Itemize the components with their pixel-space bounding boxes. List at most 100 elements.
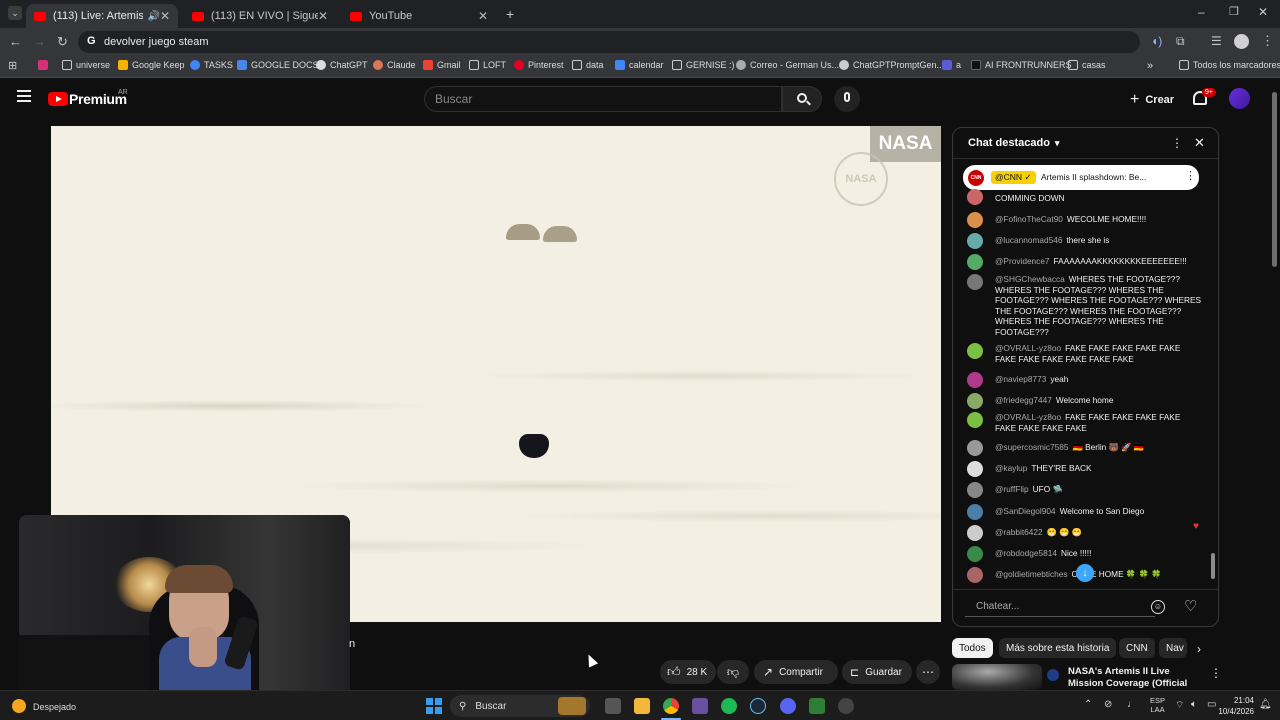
emoji-icon[interactable]: ☺ <box>1151 600 1165 614</box>
tab-artemis-live[interactable]: (113) Live: Artemis II landin 🔊 ✕ <box>26 4 178 28</box>
bookmark-a[interactable]: a <box>942 60 961 70</box>
volume-icon[interactable]: 🔈︎ <box>1191 699 1197 710</box>
chip-mas-historia[interactable]: Más sobre esta historia <box>999 638 1117 658</box>
voice-search-button[interactable] <box>834 86 860 112</box>
network-icon[interactable]: ⊘ <box>1104 699 1112 710</box>
menu-dots-icon[interactable]: ⋮ <box>1261 33 1274 49</box>
input-language[interactable]: ESP LAA <box>1150 696 1165 714</box>
heart-icon[interactable]: ♡ <box>1184 597 1197 615</box>
bookmark-google-docs[interactable]: GOOGLE DOCS <box>237 60 319 70</box>
all-bookmarks[interactable]: Todos los marcadores <box>1179 60 1280 70</box>
tray-overflow-icon[interactable]: ⌃ <box>1084 699 1092 710</box>
create-button[interactable]: + Crear <box>1130 91 1174 109</box>
extensions-icon[interactable]: ⧉ <box>1176 34 1185 49</box>
bookmark-casas[interactable]: casas <box>1068 60 1106 70</box>
avatar <box>967 189 983 205</box>
bookmark-calendar[interactable]: calendar <box>615 60 664 70</box>
reload-icon[interactable]: ↻ <box>57 34 68 50</box>
more-actions-button[interactable]: ⋯ <box>916 660 940 684</box>
task-view-icon[interactable] <box>605 698 621 714</box>
bookmark-tasks[interactable]: TASKS <box>190 60 233 70</box>
address-bar[interactable]: G devolver juego steam <box>78 31 1140 53</box>
save-button[interactable]: ⊏ Guardar <box>842 660 912 684</box>
profile-avatar[interactable] <box>1234 34 1249 49</box>
tab-en-vivo[interactable]: (113) EN VIVO | Sigue el regreso ✕ <box>184 4 336 28</box>
spotify-icon[interactable] <box>721 698 737 714</box>
chip-todos[interactable]: Todos <box>952 638 993 658</box>
chrome-icon[interactable] <box>663 698 679 714</box>
youtube-logo-icon[interactable] <box>48 92 68 106</box>
hamburger-menu-icon[interactable] <box>17 90 31 102</box>
speaker-icon[interactable]: 🔊 <box>147 11 159 22</box>
taskbar-search[interactable]: ⚲ Buscar <box>450 695 590 717</box>
extension-audio-icon[interactable]: ◖) <box>1151 34 1162 48</box>
back-icon[interactable]: ← <box>9 34 22 49</box>
chat-menu-icon[interactable]: ⋮ <box>1171 136 1183 150</box>
like-button[interactable]: 👍︎ 28 K <box>660 660 716 684</box>
dislike-button[interactable]: 👎︎ <box>717 660 749 684</box>
bookmark-universe[interactable] <box>38 60 52 70</box>
chat-mode-dropdown[interactable]: Chat destacado ▾ <box>968 137 1059 149</box>
tab-search-icon[interactable]: ⌄ <box>8 6 22 20</box>
chat-scrollbar[interactable] <box>1210 161 1216 586</box>
minimize-icon[interactable]: – <box>1198 5 1205 19</box>
reading-list-icon[interactable]: ☰ <box>1211 34 1222 48</box>
forward-icon[interactable]: → <box>33 34 46 49</box>
new-tab-icon[interactable]: + <box>506 6 514 22</box>
close-tab-icon[interactable]: ✕ <box>318 9 328 23</box>
close-tab-icon[interactable]: ✕ <box>160 9 170 23</box>
chip-cnn[interactable]: CNN <box>1119 638 1155 658</box>
app-icon[interactable] <box>692 698 708 714</box>
recommended-menu-icon[interactable]: ⋮ <box>1210 666 1222 680</box>
close-chat-icon[interactable]: ✕ <box>1194 135 1205 151</box>
clock[interactable]: 21:04 10/4/2026 <box>1218 695 1254 717</box>
page-scrollbar[interactable] <box>1271 84 1278 690</box>
notepad-icon[interactable] <box>809 698 825 714</box>
bookmark-label: Todos los marcadores <box>1193 60 1280 70</box>
more-bookmarks-icon[interactable]: » <box>1147 60 1153 72</box>
notification-center-icon[interactable]: 🔔︎ <box>1259 699 1272 710</box>
tab-youtube[interactable]: YouTube ✕ <box>342 4 496 28</box>
close-window-icon[interactable]: ✕ <box>1258 5 1268 19</box>
bookmark-chatgpt[interactable]: ChatGPT <box>316 60 368 70</box>
chip-label: Nav <box>1166 642 1184 654</box>
message-author: @kaylup <box>995 463 1028 473</box>
bookmark-gernise[interactable]: GERNISE :) <box>672 60 735 70</box>
pinned-menu-icon[interactable]: ⋮ <box>1185 169 1196 182</box>
search-input[interactable]: Buscar <box>424 86 782 112</box>
scroll-to-bottom-button[interactable]: ↓ <box>1076 564 1094 582</box>
restore-icon[interactable]: ❐ <box>1229 5 1239 18</box>
bookmark-correo[interactable]: Correo - German Us... <box>736 60 839 70</box>
wifi-icon[interactable]: ⌔ <box>1175 699 1184 712</box>
bookmark-chatgptpromptgen[interactable]: ChatGPTPromptGen... <box>839 60 944 70</box>
app-icon <box>971 60 981 70</box>
bookmark-pinterest[interactable]: Pinterest <box>514 60 564 70</box>
app-icon[interactable] <box>838 698 854 714</box>
discord-icon[interactable] <box>780 698 796 714</box>
app-icon <box>942 60 952 70</box>
steam-icon[interactable] <box>750 698 766 714</box>
bookmark-data[interactable]: data <box>572 60 604 70</box>
pinned-message[interactable]: CNN @CNN ✓ Artemis II splashdown: Be... … <box>963 165 1199 190</box>
share-button[interactable]: ↗ Compartir <box>754 660 838 684</box>
mic-tray-icon[interactable]: ♩ <box>1127 699 1137 710</box>
tab-title: (113) Live: Artemis II landin <box>53 10 144 22</box>
chips-next-icon[interactable]: › <box>1197 642 1201 656</box>
bookmark-google-keep[interactable]: Google Keep <box>118 60 185 70</box>
bookmark-loft[interactable]: LOFT <box>469 60 506 70</box>
avatar <box>967 274 983 290</box>
weather-icon[interactable] <box>12 699 26 713</box>
chat-input[interactable]: Chatear... <box>965 597 1155 617</box>
close-tab-icon[interactable]: ✕ <box>478 9 488 23</box>
chip-nav[interactable]: Nav <box>1159 638 1187 658</box>
recommended-thumbnail[interactable] <box>952 664 1042 690</box>
search-button[interactable] <box>782 86 822 112</box>
bookmark-ai-frontrunners[interactable]: AI FRONTRUNNERS <box>971 60 1072 70</box>
account-avatar[interactable] <box>1229 88 1250 109</box>
apps-grid-icon[interactable]: ⊞ <box>8 59 17 72</box>
bookmark-gmail[interactable]: Gmail <box>423 60 461 70</box>
file-explorer-icon[interactable] <box>634 698 650 714</box>
windows-start-icon[interactable] <box>426 698 442 714</box>
bookmark-claude[interactable]: Claude <box>373 60 416 70</box>
bookmark-universe-folder[interactable]: universe <box>62 60 110 70</box>
